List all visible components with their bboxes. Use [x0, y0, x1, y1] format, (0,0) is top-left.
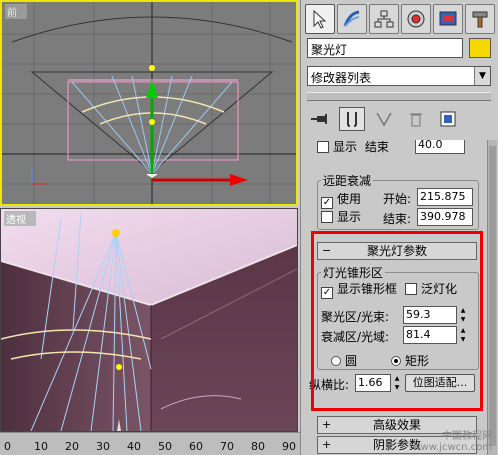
configure-icon — [440, 111, 456, 127]
utilities-icon — [472, 11, 488, 28]
trash-icon — [410, 113, 422, 127]
far-atten-use-row: ✓ 使用 — [321, 190, 361, 209]
show-cone-label: 显示锥形框 — [337, 282, 398, 296]
rollout-area: 显示 结束 40.0 远距衰减 ✓ 使用 显示 开始: 215.875 结束: 3… — [303, 140, 485, 455]
light-cone-title: 灯光锥形区 — [321, 264, 386, 281]
spotlight-params-title: 聚光灯参数 — [366, 244, 427, 258]
timeline-ruler[interactable]: 0 10 20 30 40 50 60 70 80 90 — [0, 432, 300, 455]
pin-icon — [311, 114, 327, 124]
expand-plus-icon: + — [322, 418, 332, 431]
object-name-input[interactable]: 聚光灯 — [307, 38, 463, 58]
far-atten-top-partial: 显示 结束 — [317, 140, 389, 155]
far-attenuation-title: 远距衰减 — [321, 172, 374, 189]
chevron-down-icon: ▼ — [474, 67, 490, 85]
motion-tab[interactable] — [401, 4, 431, 34]
remove-modifier-button[interactable] — [403, 107, 429, 131]
perspective-viewport-label[interactable]: 透视 — [4, 211, 36, 226]
hierarchy-tab[interactable] — [369, 4, 399, 34]
overshoot-checkbox[interactable] — [405, 283, 417, 295]
watermark: 中国教程网 www.jcwcn.com — [412, 431, 492, 453]
motion-icon — [407, 10, 425, 28]
overshoot-label: 泛灯化 — [421, 282, 458, 296]
ruler-tick: 20 — [65, 440, 79, 453]
display-tab[interactable] — [433, 4, 463, 34]
far-atten-end-input[interactable]: 390.978 — [417, 208, 473, 226]
rollout-scrollbar[interactable] — [487, 140, 497, 455]
stack-toolbar — [307, 106, 491, 132]
advanced-effects-title: 高级效果 — [372, 418, 421, 432]
utilities-tab[interactable] — [465, 4, 495, 34]
watermark-line2: www.jcwcn.com — [412, 442, 492, 453]
modifier-list-dropdown[interactable]: 修改器列表 ▼ — [307, 66, 491, 86]
perspective-viewport-scene — [1, 209, 297, 431]
display-icon — [439, 11, 457, 26]
ruler-tick: 80 — [251, 440, 265, 453]
front-viewport[interactable]: 前 — [0, 0, 298, 206]
command-panel: 聚光灯 修改器列表 ▼ 显示 结束 40.0 远距衰减 ✓ 使用 显示 开始: … — [300, 0, 498, 455]
aspect-input[interactable]: 1.66 — [355, 374, 391, 392]
circle-shape-option[interactable]: 圆 — [331, 352, 357, 369]
front-viewport-label[interactable]: 前 — [5, 4, 27, 19]
collapse-minus-icon: − — [322, 244, 332, 257]
ruler-tick: 90 — [282, 440, 296, 453]
watermark-line1: 中国教程网 — [442, 431, 492, 442]
ruler-tick: 40 — [127, 440, 141, 453]
show-cone-checkbox[interactable]: ✓ — [321, 287, 333, 299]
far-atten-show-checkbox[interactable] — [321, 211, 333, 223]
create-icon — [313, 9, 327, 29]
ruler-tick: 0 — [4, 440, 11, 453]
ruler-tick: 70 — [220, 440, 234, 453]
hotspot-input[interactable]: 59.3 — [403, 306, 457, 324]
show-end-result-button[interactable] — [339, 107, 365, 131]
modify-tab[interactable] — [337, 4, 367, 34]
show-cone-row: ✓ 显示锥形框 — [321, 280, 397, 299]
hierarchy-icon — [374, 10, 394, 28]
ruler-tick: 10 — [34, 440, 48, 453]
make-unique-icon — [376, 112, 392, 127]
rectangle-shape-option[interactable]: 矩形 — [391, 352, 429, 369]
far-atten-start-label: 开始: — [383, 192, 412, 206]
end-result-icon — [347, 112, 357, 127]
make-unique-button[interactable] — [371, 107, 397, 131]
create-tab[interactable] — [305, 4, 335, 34]
ruler-tick: 50 — [158, 440, 172, 453]
modifier-stack-bar[interactable] — [307, 92, 491, 101]
scrollbar-thumb[interactable] — [489, 146, 496, 446]
partial-show-label: 显示 — [333, 140, 358, 154]
modifier-list-label: 修改器列表 — [311, 71, 372, 85]
hotspot-label: 聚光区/光束: — [321, 310, 390, 324]
falloff-input[interactable]: 81.4 — [403, 326, 457, 344]
configure-modifier-sets-button[interactable] — [435, 107, 461, 131]
object-color-swatch[interactable] — [469, 38, 491, 58]
partial-end-value[interactable]: 40.0 — [415, 140, 465, 154]
far-atten-show-row: 显示 — [321, 208, 361, 225]
far-atten-end-label: 结束: — [383, 212, 412, 226]
far-atten-show-label: 显示 — [337, 210, 362, 224]
modify-icon — [343, 10, 360, 27]
aspect-spinner[interactable]: ▲ ▼ — [393, 374, 401, 392]
expand-plus-icon: + — [322, 438, 332, 451]
aspect-label: 纵横比: — [309, 378, 350, 392]
pin-stack-button[interactable] — [307, 107, 333, 131]
rectangle-label: 矩形 — [405, 354, 430, 368]
bitmap-fit-button[interactable]: 位图适配... — [405, 374, 475, 392]
circle-label: 圆 — [345, 354, 358, 368]
ruler-tick: 30 — [96, 440, 110, 453]
perspective-viewport[interactable]: 透视 — [0, 208, 298, 432]
circle-radio[interactable] — [331, 356, 341, 366]
far-atten-start-input[interactable]: 215.875 — [417, 188, 473, 206]
rectangle-radio[interactable] — [391, 356, 401, 366]
partial-show-checkbox[interactable] — [317, 141, 329, 153]
ruler-tick: 60 — [189, 440, 203, 453]
spotlight-params-rollout-header[interactable]: − 聚光灯参数 — [317, 242, 477, 260]
command-panel-tabs — [305, 4, 495, 34]
partial-end-label: 结束 — [364, 140, 389, 154]
falloff-spinner[interactable]: ▲ ▼ — [459, 326, 467, 344]
overshoot-row: 泛灯化 — [405, 280, 457, 297]
hotspot-spinner[interactable]: ▲ ▼ — [459, 306, 467, 324]
far-atten-use-label: 使用 — [337, 192, 362, 206]
front-viewport-scene — [2, 2, 296, 204]
falloff-label: 衰减区/光域: — [321, 330, 390, 344]
